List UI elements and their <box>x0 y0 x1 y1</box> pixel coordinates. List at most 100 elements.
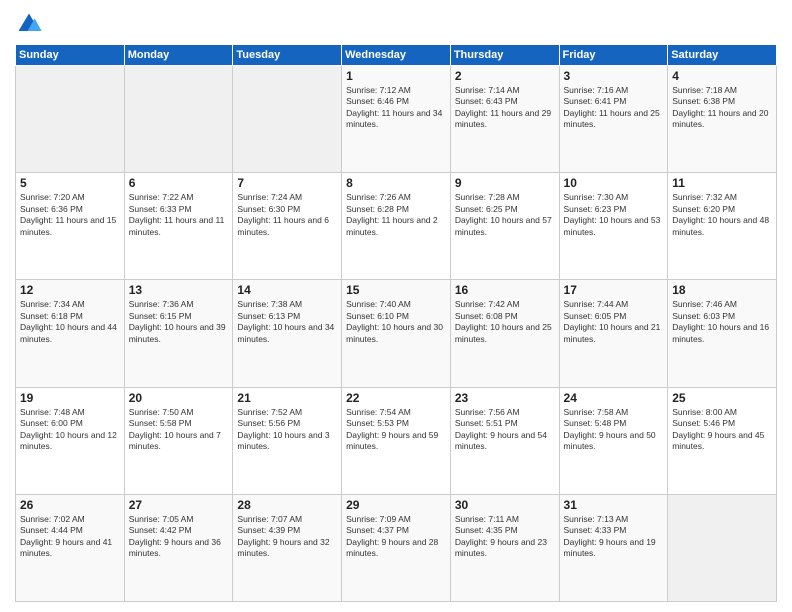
day-cell <box>16 66 125 173</box>
day-cell: 21Sunrise: 7:52 AMSunset: 5:56 PMDayligh… <box>233 387 342 494</box>
day-info: Sunrise: 7:32 AMSunset: 6:20 PMDaylight:… <box>672 192 772 238</box>
day-number: 24 <box>564 391 664 405</box>
day-header: Thursday <box>450 45 559 66</box>
day-info: Sunrise: 7:09 AMSunset: 4:37 PMDaylight:… <box>346 514 446 560</box>
day-cell: 26 Sunrise: 7:02 AMSunset: 4:44 PMDayligh… <box>16 494 125 601</box>
day-number: 7 <box>237 176 337 190</box>
day-cell <box>124 66 233 173</box>
day-number: 4 <box>672 69 772 83</box>
header <box>15 10 777 38</box>
day-info: Sunrise: 7:18 AMSunset: 6:38 PMDaylight:… <box>672 85 772 131</box>
header-row: SundayMondayTuesdayWednesdayThursdayFrid… <box>16 45 777 66</box>
day-cell: 9 Sunrise: 7:28 AMSunset: 6:25 PMDaylight… <box>450 173 559 280</box>
logo <box>15 10 47 38</box>
day-number: 20 <box>129 391 229 405</box>
day-header: Saturday <box>668 45 777 66</box>
day-number: 15 <box>346 283 446 297</box>
day-info: Sunrise: 7:14 AMSunset: 6:43 PMDaylight:… <box>455 85 555 131</box>
day-cell: 20 Sunrise: 7:50 AMSunset: 5:58 PMDayligh… <box>124 387 233 494</box>
day-cell: 5 Sunrise: 7:20 AMSunset: 6:36 PMDaylight… <box>16 173 125 280</box>
day-info: Sunrise: 7:20 AMSunset: 6:36 PMDaylight:… <box>20 192 120 238</box>
day-cell: 19Sunrise: 7:48 AMSunset: 6:00 PMDayligh… <box>16 387 125 494</box>
day-number: 5 <box>20 176 120 190</box>
day-cell: 31Sunrise: 7:13 AMSunset: 4:33 PMDayligh… <box>559 494 668 601</box>
day-info: Sunrise: 7:46 AMSunset: 6:03 PMDaylight:… <box>672 299 772 345</box>
day-number: 29 <box>346 498 446 512</box>
day-cell: 14 Sunrise: 7:38 AMSunset: 6:13 PMDayligh… <box>233 280 342 387</box>
day-number: 30 <box>455 498 555 512</box>
day-number: 28 <box>237 498 337 512</box>
day-info: Sunrise: 7:58 AMSunset: 5:48 PMDaylight:… <box>564 407 664 453</box>
day-header: Sunday <box>16 45 125 66</box>
day-number: 12 <box>20 283 120 297</box>
day-info: Sunrise: 8:00 AMSunset: 5:46 PMDaylight:… <box>672 407 772 453</box>
day-cell: 7 Sunrise: 7:24 AMSunset: 6:30 PMDaylight… <box>233 173 342 280</box>
day-cell: 23Sunrise: 7:56 AMSunset: 5:51 PMDayligh… <box>450 387 559 494</box>
day-number: 16 <box>455 283 555 297</box>
week-row: 12 Sunrise: 7:34 AMSunset: 6:18 PMDayligh… <box>16 280 777 387</box>
day-info: Sunrise: 7:36 AMSunset: 6:15 PMDaylight:… <box>129 299 229 345</box>
week-row: 5 Sunrise: 7:20 AMSunset: 6:36 PMDaylight… <box>16 173 777 280</box>
day-number: 6 <box>129 176 229 190</box>
day-number: 26 <box>20 498 120 512</box>
day-cell: 11 Sunrise: 7:32 AMSunset: 6:20 PMDayligh… <box>668 173 777 280</box>
page: SundayMondayTuesdayWednesdayThursdayFrid… <box>0 0 792 612</box>
day-info: Sunrise: 7:34 AMSunset: 6:18 PMDaylight:… <box>20 299 120 345</box>
day-info: Sunrise: 7:13 AMSunset: 4:33 PMDaylight:… <box>564 514 664 560</box>
day-info: Sunrise: 7:30 AMSunset: 6:23 PMDaylight:… <box>564 192 664 238</box>
day-info: Sunrise: 7:54 AMSunset: 5:53 PMDaylight:… <box>346 407 446 453</box>
day-number: 19 <box>20 391 120 405</box>
day-cell: 1 Sunrise: 7:12 AMSunset: 6:46 PMDaylight… <box>342 66 451 173</box>
day-cell: 12 Sunrise: 7:34 AMSunset: 6:18 PMDayligh… <box>16 280 125 387</box>
day-number: 25 <box>672 391 772 405</box>
day-info: Sunrise: 7:56 AMSunset: 5:51 PMDaylight:… <box>455 407 555 453</box>
day-cell: 6Sunrise: 7:22 AMSunset: 6:33 PMDaylight… <box>124 173 233 280</box>
day-cell: 10Sunrise: 7:30 AMSunset: 6:23 PMDayligh… <box>559 173 668 280</box>
day-cell <box>233 66 342 173</box>
week-row: 19Sunrise: 7:48 AMSunset: 6:00 PMDayligh… <box>16 387 777 494</box>
day-number: 14 <box>237 283 337 297</box>
day-cell: 22 Sunrise: 7:54 AMSunset: 5:53 PMDayligh… <box>342 387 451 494</box>
day-header: Tuesday <box>233 45 342 66</box>
day-cell: 8Sunrise: 7:26 AMSunset: 6:28 PMDaylight… <box>342 173 451 280</box>
day-info: Sunrise: 7:50 AMSunset: 5:58 PMDaylight:… <box>129 407 229 453</box>
day-info: Sunrise: 7:28 AMSunset: 6:25 PMDaylight:… <box>455 192 555 238</box>
day-number: 21 <box>237 391 337 405</box>
day-cell: 4 Sunrise: 7:18 AMSunset: 6:38 PMDaylight… <box>668 66 777 173</box>
day-info: Sunrise: 7:44 AMSunset: 6:05 PMDaylight:… <box>564 299 664 345</box>
day-number: 22 <box>346 391 446 405</box>
day-info: Sunrise: 7:40 AMSunset: 6:10 PMDaylight:… <box>346 299 446 345</box>
day-number: 11 <box>672 176 772 190</box>
day-info: Sunrise: 7:24 AMSunset: 6:30 PMDaylight:… <box>237 192 337 238</box>
day-number: 18 <box>672 283 772 297</box>
day-number: 9 <box>455 176 555 190</box>
day-cell: 3Sunrise: 7:16 AMSunset: 6:41 PMDaylight… <box>559 66 668 173</box>
day-cell: 2 Sunrise: 7:14 AMSunset: 6:43 PMDaylight… <box>450 66 559 173</box>
day-info: Sunrise: 7:42 AMSunset: 6:08 PMDaylight:… <box>455 299 555 345</box>
day-cell <box>668 494 777 601</box>
day-number: 3 <box>564 69 664 83</box>
calendar: SundayMondayTuesdayWednesdayThursdayFrid… <box>15 44 777 602</box>
day-info: Sunrise: 7:38 AMSunset: 6:13 PMDaylight:… <box>237 299 337 345</box>
day-info: Sunrise: 7:07 AMSunset: 4:39 PMDaylight:… <box>237 514 337 560</box>
day-cell: 28 Sunrise: 7:07 AMSunset: 4:39 PMDayligh… <box>233 494 342 601</box>
logo-icon <box>15 10 43 38</box>
day-info: Sunrise: 7:02 AMSunset: 4:44 PMDaylight:… <box>20 514 120 560</box>
day-cell: 29 Sunrise: 7:09 AMSunset: 4:37 PMDayligh… <box>342 494 451 601</box>
day-header: Wednesday <box>342 45 451 66</box>
day-number: 1 <box>346 69 446 83</box>
day-info: Sunrise: 7:12 AMSunset: 6:46 PMDaylight:… <box>346 85 446 131</box>
week-row: 26 Sunrise: 7:02 AMSunset: 4:44 PMDayligh… <box>16 494 777 601</box>
day-cell: 16 Sunrise: 7:42 AMSunset: 6:08 PMDayligh… <box>450 280 559 387</box>
day-cell: 25 Sunrise: 8:00 AMSunset: 5:46 PMDayligh… <box>668 387 777 494</box>
day-cell: 24 Sunrise: 7:58 AMSunset: 5:48 PMDayligh… <box>559 387 668 494</box>
day-header: Monday <box>124 45 233 66</box>
day-number: 2 <box>455 69 555 83</box>
day-cell: 18 Sunrise: 7:46 AMSunset: 6:03 PMDayligh… <box>668 280 777 387</box>
day-info: Sunrise: 7:05 AMSunset: 4:42 PMDaylight:… <box>129 514 229 560</box>
day-number: 27 <box>129 498 229 512</box>
day-number: 8 <box>346 176 446 190</box>
week-row: 1 Sunrise: 7:12 AMSunset: 6:46 PMDaylight… <box>16 66 777 173</box>
day-cell: 13 Sunrise: 7:36 AMSunset: 6:15 PMDayligh… <box>124 280 233 387</box>
day-number: 13 <box>129 283 229 297</box>
